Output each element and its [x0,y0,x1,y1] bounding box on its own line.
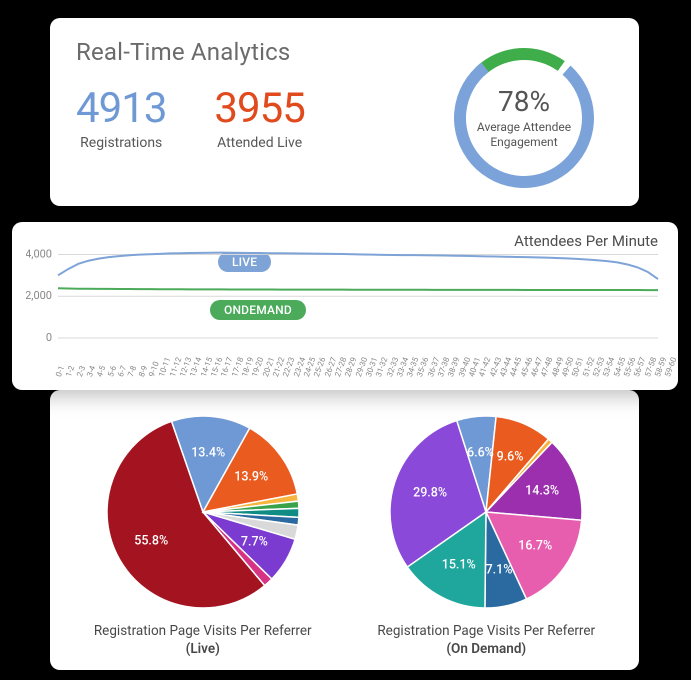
donut-percent: 78% [498,85,550,118]
pie-slice-label: 16.7% [518,539,552,554]
pie-slice-label: 13.4% [191,445,225,460]
line-chart: 0 2,000 4,000 [26,240,664,360]
attendees-per-minute-card: Attendees Per Minute LIVE ONDEMAND 02,00… [12,222,678,390]
card-title: Real-Time Analytics [76,38,439,66]
stat-value: 3955 [214,84,304,133]
pie-slice-label: 14.3% [525,483,559,498]
stats-row: 4913 Registrations 3955 Attended Live [76,84,439,151]
svg-text:4,000: 4,000 [26,247,52,260]
pie-slice-label: 55.8% [134,534,168,549]
stat-attended-live: 3955 Attended Live [214,84,304,151]
pie-slice-label: 7.1% [486,563,513,578]
pie-caption: Registration Page Visits Per Referrer (O… [352,622,622,658]
donut-sublabel: Average Attendee Engagement [457,120,591,150]
stat-value: 4913 [76,84,166,133]
pie-slice-label: 15.1% [442,557,476,572]
pie-ondemand: Registration Page Visits Per Referrer (O… [352,412,622,656]
pie-chart-live [103,412,303,612]
stat-label: Registrations [76,135,166,151]
pie-slice-label: 29.8% [413,485,447,500]
stats-block: Real-Time Analytics 4913 Registrations 3… [76,38,439,196]
pie-slice-label: 9.6% [497,450,524,465]
pie-slice-label: 13.9% [234,470,268,485]
engagement-donut: 78% Average Attendee Engagement [439,38,609,196]
pie-slice-label: 6.6% [467,445,494,460]
realtime-analytics-card: Real-Time Analytics 4913 Registrations 3… [50,18,639,206]
stat-label: Attended Live [214,135,304,151]
pie-slice-label: 7.7% [241,535,268,550]
caption-line2: (Live) [186,641,220,657]
donut-center: 78% Average Attendee Engagement [439,38,609,196]
stat-registrations: 4913 Registrations [76,84,166,151]
caption-line1: Registration Page Visits Per Referrer [94,623,312,639]
pie-live: Registration Page Visits Per Referrer (L… [68,412,338,656]
x-axis-labels: 0-11-22-33-44-55-66-77-88-99-1010-1111-1… [54,375,664,384]
svg-text:0: 0 [46,331,52,344]
referrer-pies-card: Registration Page Visits Per Referrer (L… [50,390,639,670]
caption-line1: Registration Page Visits Per Referrer [377,623,595,639]
pie-caption: Registration Page Visits Per Referrer (L… [68,622,338,658]
svg-text:2,000: 2,000 [26,289,52,302]
caption-line2: (On Demand) [446,641,526,657]
pie-chart-ondemand [386,412,586,612]
